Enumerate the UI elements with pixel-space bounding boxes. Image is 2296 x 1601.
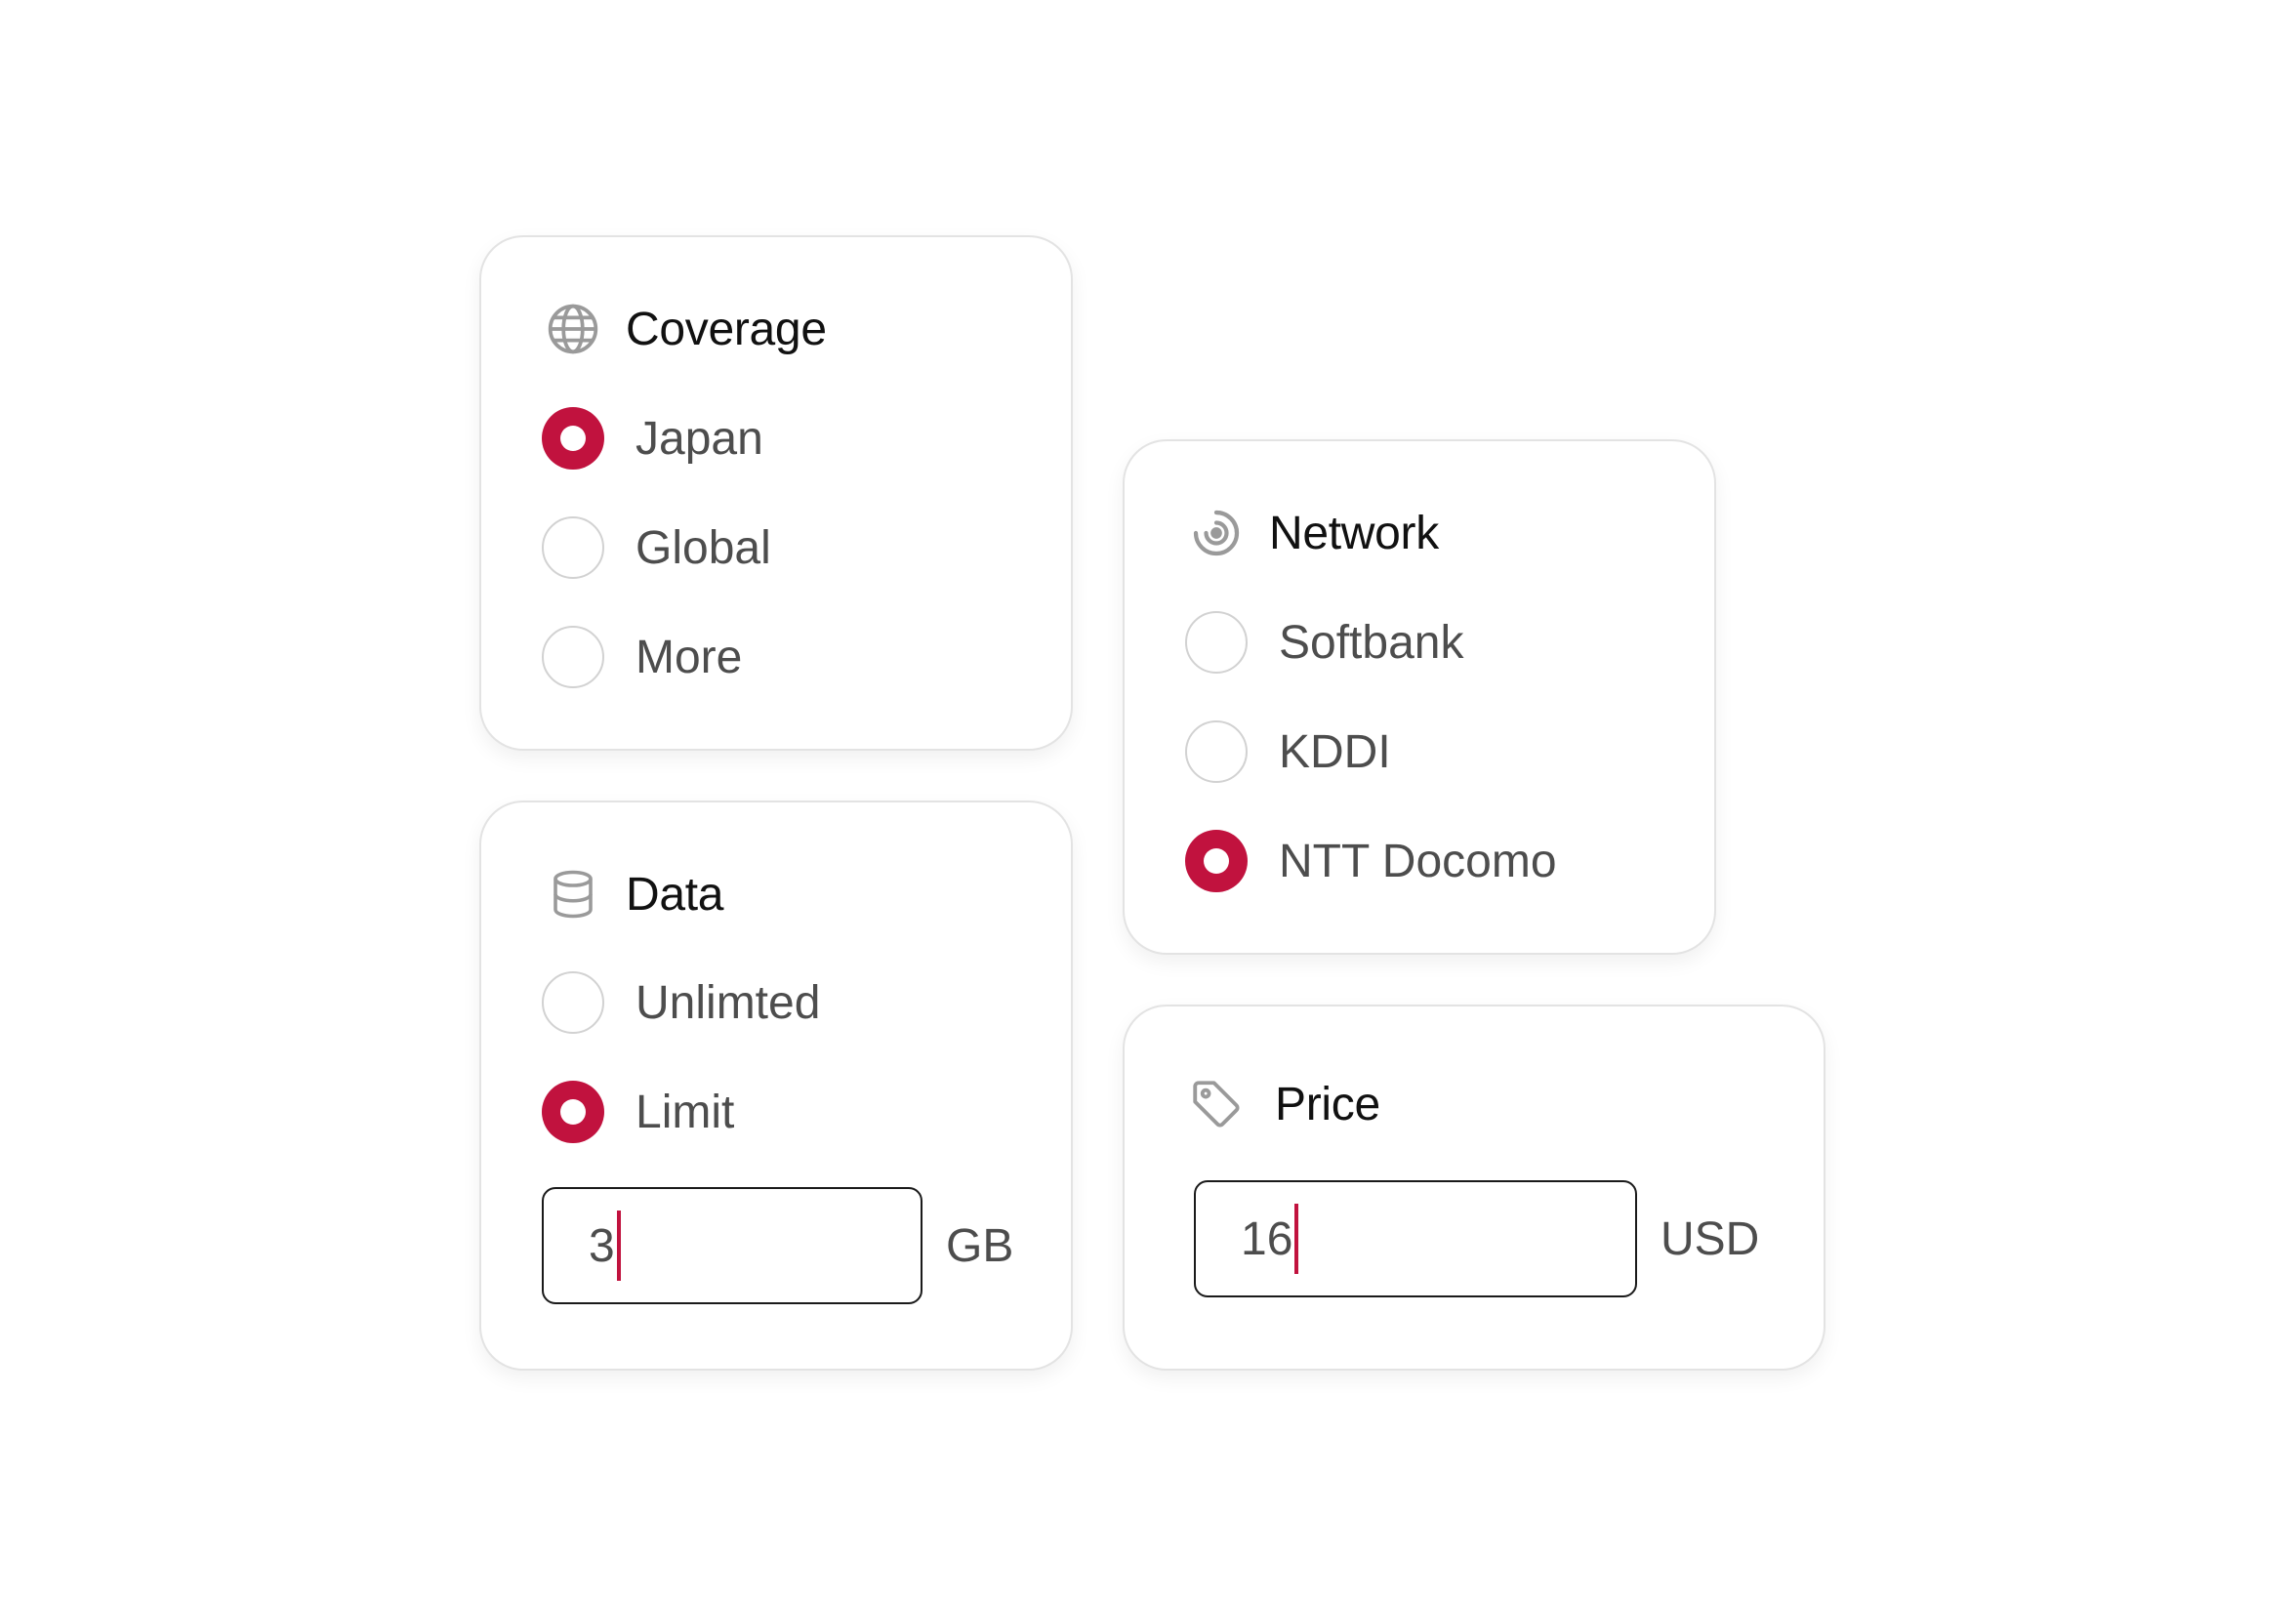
coverage-option-japan[interactable]: Japan — [542, 406, 763, 471]
network-header: Network — [1187, 504, 1439, 562]
data-title: Data — [626, 868, 724, 921]
coverage-title: Coverage — [626, 303, 827, 355]
radio-checked[interactable] — [1185, 830, 1248, 892]
network-card: Network Softbank KDDI NTT Docomo — [1123, 439, 1716, 955]
network-option-label: Softbank — [1279, 616, 1464, 669]
data-option-label: Limit — [636, 1086, 735, 1138]
tag-icon — [1187, 1075, 1246, 1133]
radio-unchecked[interactable] — [1185, 611, 1248, 674]
text-caret — [1294, 1204, 1299, 1274]
data-option-unlimited[interactable]: Unlimted — [542, 970, 820, 1035]
signal-icon — [1187, 504, 1246, 562]
stage: Coverage Japan Global More Data Unlimted… — [0, 0, 2296, 1601]
radio-unchecked[interactable] — [542, 626, 604, 688]
radio-checked[interactable] — [542, 407, 604, 470]
data-limit-input[interactable]: 3 — [542, 1187, 922, 1304]
network-option-label: KDDI — [1279, 725, 1391, 778]
network-option-ntt-docomo[interactable]: NTT Docomo — [1185, 829, 1557, 893]
data-option-label: Unlimted — [636, 976, 821, 1029]
coverage-option-label: Japan — [636, 412, 763, 465]
price-title: Price — [1275, 1078, 1380, 1130]
radio-unchecked[interactable] — [542, 971, 604, 1034]
coverage-option-label: More — [636, 631, 743, 683]
data-card: Data Unlimted Limit 3 GB — [479, 800, 1073, 1371]
data-option-limit[interactable]: Limit — [542, 1080, 734, 1144]
data-header: Data — [544, 865, 724, 924]
data-limit-unit: GB — [946, 1219, 1014, 1272]
price-value: 16 — [1241, 1212, 1293, 1265]
price-header: Price — [1187, 1075, 1380, 1133]
text-caret — [616, 1211, 621, 1281]
data-limit-row: 3 GB — [542, 1187, 1013, 1304]
network-option-label: NTT Docomo — [1279, 835, 1557, 887]
radio-unchecked[interactable] — [542, 516, 604, 579]
price-card: Price 16 USD — [1123, 1005, 1825, 1371]
radio-unchecked[interactable] — [1185, 720, 1248, 783]
network-option-kddi[interactable]: KDDI — [1185, 719, 1391, 784]
coverage-option-label: Global — [636, 521, 771, 574]
data-limit-value: 3 — [589, 1219, 615, 1272]
price-input[interactable]: 16 — [1194, 1180, 1637, 1297]
database-icon — [544, 865, 602, 924]
coverage-option-global[interactable]: Global — [542, 515, 771, 580]
network-title: Network — [1269, 507, 1439, 559]
price-unit: USD — [1660, 1212, 1760, 1265]
network-option-softbank[interactable]: Softbank — [1185, 610, 1463, 675]
globe-icon — [544, 300, 602, 358]
coverage-header: Coverage — [544, 300, 827, 358]
coverage-option-more[interactable]: More — [542, 625, 742, 689]
price-row: 16 USD — [1194, 1180, 1759, 1297]
radio-checked[interactable] — [542, 1081, 604, 1143]
coverage-card: Coverage Japan Global More — [479, 235, 1073, 751]
